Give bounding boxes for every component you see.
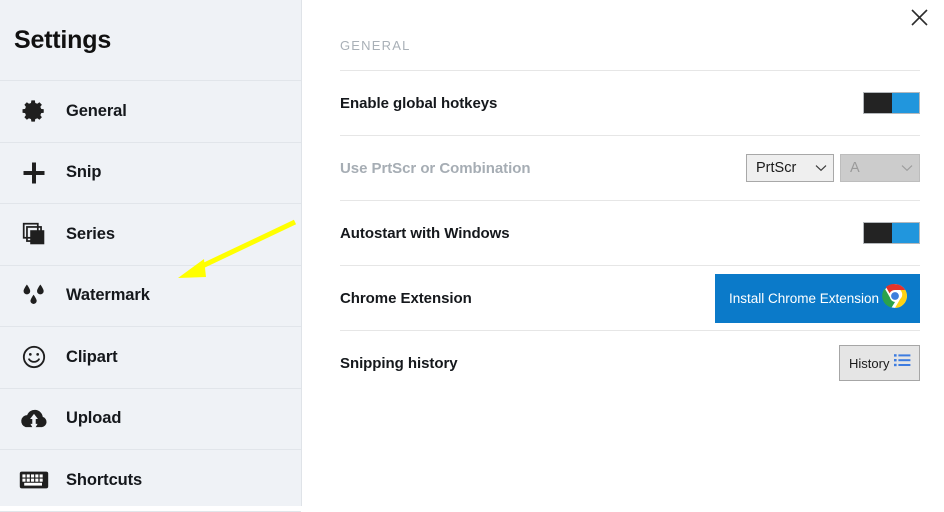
enable-global-hotkeys-toggle[interactable] xyxy=(863,92,920,114)
sidebar-item-watermark[interactable]: Watermark xyxy=(0,266,301,327)
settings-window: Settings General Snip Series Watermark C… xyxy=(0,0,944,512)
row-control xyxy=(863,92,920,114)
row-label: Autostart with Windows xyxy=(340,224,510,242)
prtscr-key-dropdown[interactable]: PrtScr xyxy=(746,154,834,182)
page-title: Settings xyxy=(0,0,301,81)
combination-key-dropdown-value: A xyxy=(850,160,860,176)
sidebar-item-label: Watermark xyxy=(66,286,150,305)
row-label: Snipping history xyxy=(340,354,458,372)
stacked-squares-icon xyxy=(14,221,54,247)
sidebar-item-upload[interactable]: Upload xyxy=(0,389,301,450)
keyboard-icon xyxy=(14,469,54,491)
row-label: Chrome Extension xyxy=(340,289,472,307)
install-chrome-extension-button[interactable]: Install Chrome Extension xyxy=(715,273,920,323)
row-control: Install Chrome Extension xyxy=(715,273,920,323)
row-label: Use PrtScr or Combination xyxy=(340,159,531,177)
row-control xyxy=(863,222,920,244)
chevron-down-icon xyxy=(901,164,913,172)
row-chrome-extension: Chrome Extension Install Chrome Extensio… xyxy=(340,266,920,331)
sidebar-item-label: Snip xyxy=(66,163,102,182)
row-control: PrtScr A xyxy=(746,154,920,182)
row-control: History xyxy=(839,345,920,381)
combination-key-dropdown[interactable]: A xyxy=(840,154,920,182)
history-button[interactable]: History xyxy=(839,345,920,381)
cloud-upload-icon xyxy=(14,404,54,434)
autostart-with-windows-toggle[interactable] xyxy=(863,222,920,244)
install-chrome-extension-label: Install Chrome Extension xyxy=(729,290,880,306)
toggle-track xyxy=(891,223,919,243)
sidebar-item-series[interactable]: Series xyxy=(0,204,301,266)
toggle-track xyxy=(891,93,919,113)
toggle-knob xyxy=(864,93,892,113)
sidebar-item-label: Clipart xyxy=(66,347,118,366)
general-section: GENERAL Enable global hotkeys Use PrtScr… xyxy=(340,38,920,395)
plus-icon xyxy=(14,159,54,187)
row-use-prtscr-or-combination: Use PrtScr or Combination PrtScr A xyxy=(340,136,920,201)
sidebar-item-snip[interactable]: Snip xyxy=(0,143,301,204)
chevron-down-icon xyxy=(815,164,827,172)
sidebar-item-clipart[interactable]: Clipart xyxy=(0,327,301,389)
section-header: GENERAL xyxy=(340,38,920,71)
sidebar-item-label: Upload xyxy=(66,409,122,428)
sidebar: Settings General Snip Series Watermark C… xyxy=(0,0,302,512)
row-label: Enable global hotkeys xyxy=(340,94,498,112)
sidebar-item-shortcuts[interactable]: Shortcuts xyxy=(0,450,301,512)
list-icon xyxy=(894,353,911,374)
toggle-knob xyxy=(864,223,892,243)
chrome-logo-icon xyxy=(882,283,908,314)
row-enable-global-hotkeys: Enable global hotkeys xyxy=(340,71,920,136)
sidebar-item-label: Shortcuts xyxy=(66,470,143,489)
close-icon[interactable] xyxy=(904,2,934,32)
sidebar-item-label: General xyxy=(66,101,127,120)
gear-icon xyxy=(14,98,54,124)
row-autostart-with-windows: Autostart with Windows xyxy=(340,201,920,266)
page-title-text: Settings xyxy=(14,25,112,54)
prtscr-key-dropdown-value: PrtScr xyxy=(756,160,797,176)
main-panel: GENERAL Enable global hotkeys Use PrtScr… xyxy=(302,0,944,506)
sidebar-item-general[interactable]: General xyxy=(0,81,301,143)
sidebar-item-label: Series xyxy=(66,224,115,243)
smiley-face-icon xyxy=(14,344,54,370)
water-drops-icon xyxy=(14,282,54,310)
row-snipping-history: Snipping history History xyxy=(340,331,920,395)
history-button-label: History xyxy=(849,355,890,371)
